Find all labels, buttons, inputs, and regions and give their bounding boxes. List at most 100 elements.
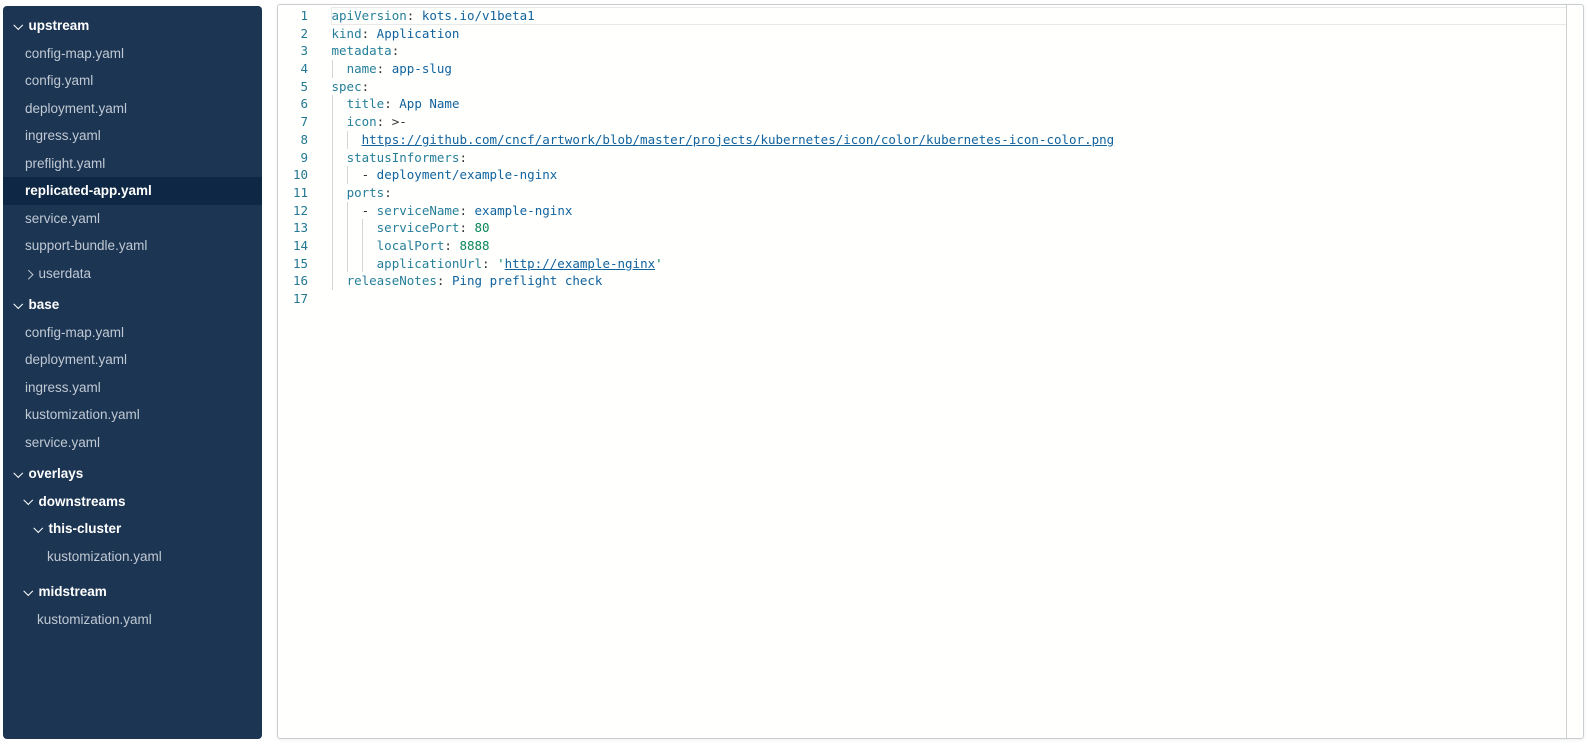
line-number: 12	[278, 202, 323, 220]
tree-item-label: support-bundle.yaml	[25, 238, 147, 253]
folder-item-base[interactable]: base	[3, 291, 262, 319]
code-line[interactable]: 15 applicationUrl: 'http://example-nginx…	[278, 255, 1583, 273]
code-segment: App Name	[399, 95, 459, 113]
code-line[interactable]: 4 name: app-slug	[278, 60, 1583, 78]
code-line[interactable]: 1apiVersion: kots.io/v1beta1	[278, 7, 1583, 25]
code-segment: :	[392, 42, 400, 60]
folder-item-downstreams[interactable]: downstreams	[3, 488, 262, 516]
chevron-down-icon	[14, 468, 23, 477]
tree-item-label: ingress.yaml	[25, 128, 101, 143]
code-line[interactable]: 7 icon: >-	[278, 113, 1583, 131]
code-segment: :	[407, 7, 422, 25]
tree-item-label: deployment.yaml	[25, 101, 127, 116]
code-segment: icon	[347, 113, 377, 131]
code-segment	[332, 219, 377, 237]
tree-item-label: midstream	[39, 584, 107, 599]
code-segment: Application	[377, 25, 460, 43]
file-item-config-map-yaml[interactable]: config-map.yaml	[3, 319, 262, 347]
folder-item-upstream[interactable]: upstream	[3, 12, 262, 40]
code-segment: releaseNotes	[347, 272, 437, 290]
file-tree-sidebar: upstreamconfig-map.yamlconfig.yamldeploy…	[3, 6, 262, 739]
code-segment: '	[655, 255, 663, 273]
code-text: releaseNotes: Ping preflight check	[323, 272, 1583, 290]
code-segment	[332, 184, 347, 202]
code-segment: :	[444, 237, 459, 255]
chevron-down-icon	[34, 523, 43, 532]
file-item-replicated-app-yaml[interactable]: replicated-app.yaml	[3, 177, 262, 205]
file-item-kustomization-yaml[interactable]: kustomization.yaml	[3, 543, 262, 571]
tree-item-label: service.yaml	[25, 435, 100, 450]
chevron-right-icon	[24, 270, 33, 279]
tree-item-label: overlays	[29, 466, 84, 481]
url-link[interactable]: https://github.com/cncf/artwork/blob/mas…	[362, 131, 1115, 149]
code-line[interactable]: 3metadata:	[278, 42, 1583, 60]
line-number: 15	[278, 255, 323, 273]
code-text: title: App Name	[323, 95, 1583, 113]
code-text: servicePort: 80	[323, 219, 1583, 237]
file-item-preflight-yaml[interactable]: preflight.yaml	[3, 150, 262, 178]
code-segment: :	[459, 219, 474, 237]
folder-item-midstream[interactable]: midstream	[3, 578, 262, 606]
file-item-service-yaml[interactable]: service.yaml	[3, 429, 262, 457]
code-segment	[332, 131, 362, 149]
tree-item-label: base	[29, 297, 60, 312]
file-item-deployment-yaml[interactable]: deployment.yaml	[3, 346, 262, 374]
chevron-down-icon	[14, 20, 23, 29]
code-segment: metadata	[332, 42, 392, 60]
file-item-deployment-yaml[interactable]: deployment.yaml	[3, 95, 262, 123]
tree-item-label: ingress.yaml	[25, 380, 101, 395]
code-segment: :	[362, 25, 377, 43]
code-segment: localPort	[377, 237, 445, 255]
code-line[interactable]: 10 - deployment/example-nginx	[278, 166, 1583, 184]
code-segment: :	[459, 149, 467, 167]
code-segment: name	[347, 60, 377, 78]
folder-item-this-cluster[interactable]: this-cluster	[3, 515, 262, 543]
code-segment: app-slug	[392, 60, 452, 78]
folder-item-userdata[interactable]: userdata	[3, 260, 262, 288]
code-segment	[332, 95, 347, 113]
code-segment	[332, 113, 347, 131]
line-number: 7	[278, 113, 323, 131]
code-segment	[332, 166, 362, 184]
url-link[interactable]: http://example-nginx	[505, 255, 656, 273]
code-text: metadata:	[323, 42, 1583, 60]
tree-item-label: preflight.yaml	[25, 156, 105, 171]
file-item-config-map-yaml[interactable]: config-map.yaml	[3, 40, 262, 68]
tree-item-label: service.yaml	[25, 211, 100, 226]
file-item-ingress-yaml[interactable]: ingress.yaml	[3, 374, 262, 402]
file-item-kustomization-yaml[interactable]: kustomization.yaml	[3, 401, 262, 429]
line-number: 14	[278, 237, 323, 255]
code-line[interactable]: 13 servicePort: 80	[278, 219, 1583, 237]
code-segment: :	[377, 60, 392, 78]
code-line[interactable]: 16 releaseNotes: Ping preflight check	[278, 272, 1583, 290]
code-line[interactable]: 9 statusInformers:	[278, 149, 1583, 167]
code-text: kind: Application	[323, 25, 1583, 43]
file-item-kustomization-yaml[interactable]: kustomization.yaml	[3, 606, 262, 634]
code-text	[323, 290, 1583, 308]
code-line[interactable]: 2kind: Application	[278, 25, 1583, 43]
line-number: 10	[278, 166, 323, 184]
yaml-editor-panel[interactable]: 1apiVersion: kots.io/v1beta12kind: Appli…	[277, 4, 1584, 739]
code-line[interactable]: 11 ports:	[278, 184, 1583, 202]
folder-item-overlays[interactable]: overlays	[3, 460, 262, 488]
code-line[interactable]: 5spec:	[278, 78, 1583, 96]
file-item-service-yaml[interactable]: service.yaml	[3, 205, 262, 233]
line-number: 2	[278, 25, 323, 43]
code-line[interactable]: 6 title: App Name	[278, 95, 1583, 113]
file-item-support-bundle-yaml[interactable]: support-bundle.yaml	[3, 232, 262, 260]
code-segment: kots.io/v1beta1	[422, 7, 535, 25]
file-item-config-yaml[interactable]: config.yaml	[3, 67, 262, 95]
code-line[interactable]: 12 - serviceName: example-nginx	[278, 202, 1583, 220]
code-segment: apiVersion	[332, 7, 407, 25]
file-item-ingress-yaml[interactable]: ingress.yaml	[3, 122, 262, 150]
code-line[interactable]: 8 https://github.com/cncf/artwork/blob/m…	[278, 131, 1583, 149]
code-text: - deployment/example-nginx	[323, 166, 1583, 184]
code-segment	[332, 237, 377, 255]
code-segment: deployment/example-nginx	[377, 166, 558, 184]
code-line[interactable]: 14 localPort: 8888	[278, 237, 1583, 255]
code-segment: '	[497, 255, 505, 273]
code-segment: 8888	[459, 237, 489, 255]
code-lines: 1apiVersion: kots.io/v1beta12kind: Appli…	[278, 5, 1583, 308]
code-line[interactable]: 17	[278, 290, 1583, 308]
code-text: spec:	[323, 78, 1583, 96]
